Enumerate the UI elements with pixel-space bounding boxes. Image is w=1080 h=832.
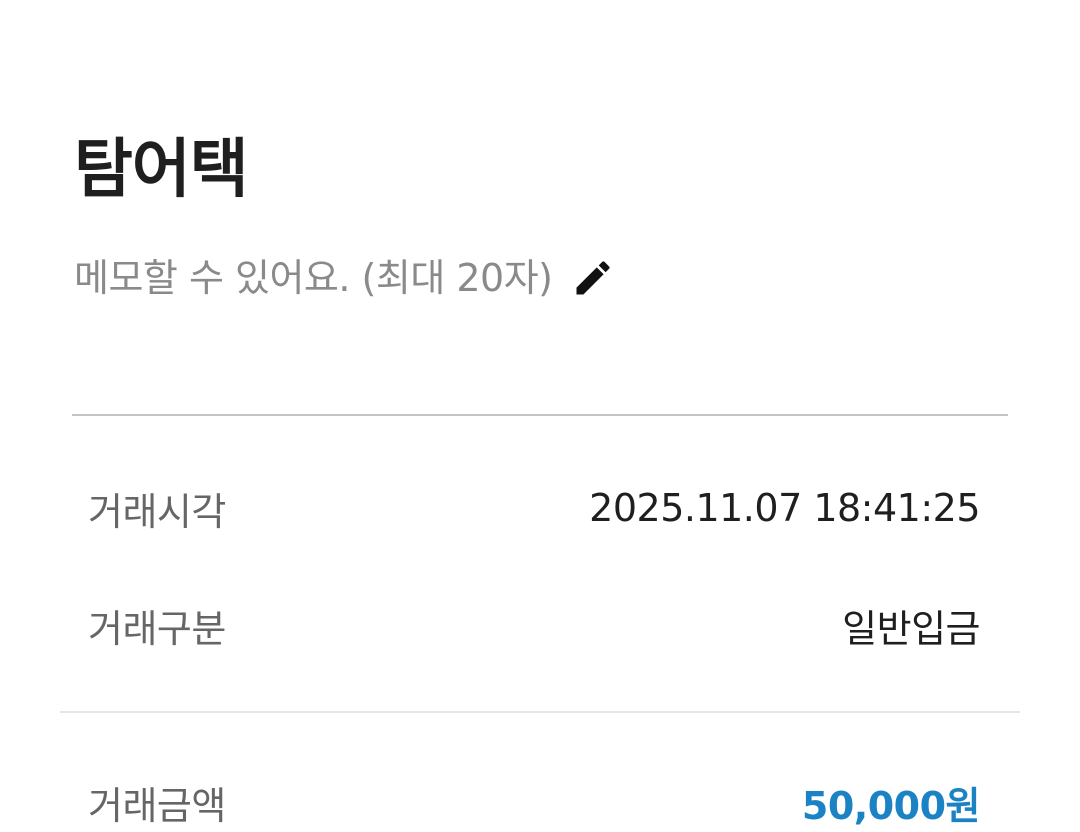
transaction-amount-row: 거래금액 50,000원 [88,774,981,830]
transaction-time-value: 2025.11.07 18:41:25 [589,486,980,530]
section-divider-light [60,711,1020,713]
transaction-time-row: 거래시각 2025.11.07 18:41:25 [88,480,980,536]
pencil-icon[interactable] [571,256,615,300]
transaction-amount-label: 거래금액 [88,783,226,828]
transaction-type-row: 거래구분 일반입금 [88,597,980,653]
section-divider [72,414,1008,416]
transaction-time-label: 거래시각 [88,489,226,534]
page-title: 탐어택 [74,133,249,207]
transaction-type-label: 거래구분 [88,606,226,651]
transaction-amount-value: 50,000원 [801,783,981,828]
memo-edit-row[interactable]: 메모할 수 있어요. (최대 20자) [74,252,615,304]
memo-placeholder: 메모할 수 있어요. (최대 20자) [74,256,553,300]
transaction-type-value: 일반입금 [842,606,980,651]
